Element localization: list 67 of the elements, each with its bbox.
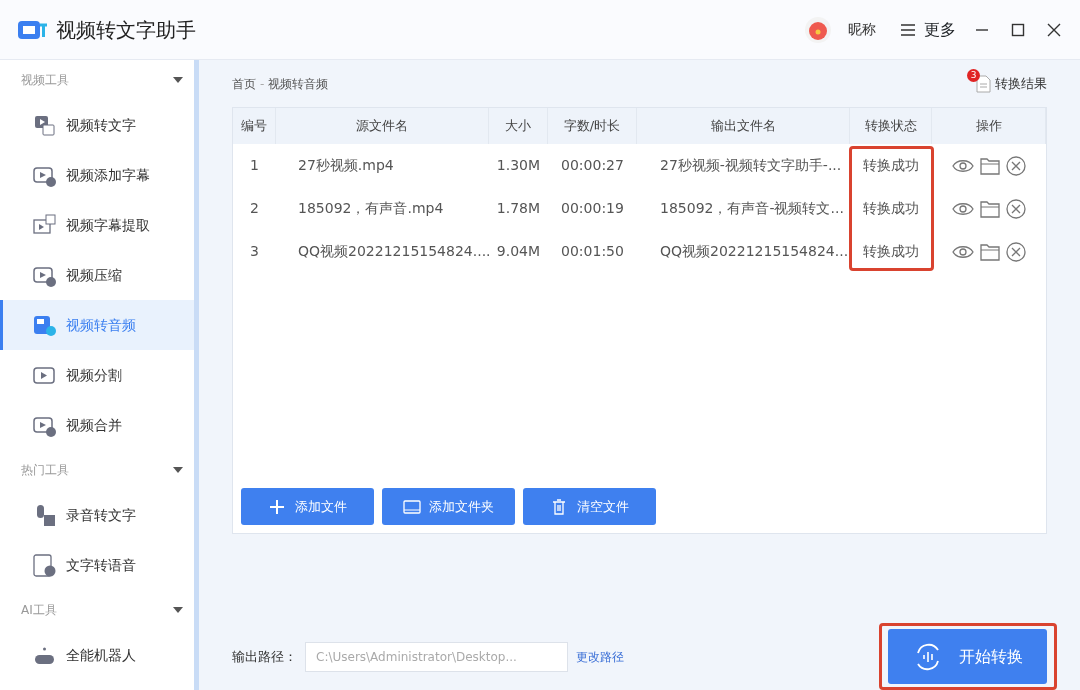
sidebar-group-label: AI工具 bbox=[21, 602, 57, 619]
column-header: 操作 bbox=[932, 108, 1046, 144]
sidebar-item[interactable]: 全能机器人 bbox=[0, 630, 194, 680]
breadcrumb-separator: - bbox=[260, 75, 265, 93]
sidebar-item[interactable]: 视频转文字 bbox=[0, 100, 194, 150]
sidebar-group-label: 视频工具 bbox=[21, 72, 69, 89]
table-cell-text: 1.78M bbox=[495, 199, 542, 218]
table-cell-text: 转换成功 bbox=[862, 242, 920, 261]
table-cell-text: 00:00:27 bbox=[560, 156, 625, 175]
folder-icon bbox=[403, 498, 421, 515]
folder-icon[interactable] bbox=[980, 199, 1000, 218]
sidebar-group-label: 热门工具 bbox=[21, 462, 69, 479]
toolbar-button[interactable]: 添加文件夹 bbox=[382, 488, 515, 525]
output-path-label: 输出路径： bbox=[232, 647, 297, 666]
folder-icon[interactable] bbox=[980, 156, 1000, 175]
table-cell-text: 9.04M bbox=[495, 242, 542, 261]
close-circle-icon[interactable] bbox=[1006, 155, 1026, 176]
caret-down-icon[interactable] bbox=[172, 465, 184, 475]
table-cell-text: 转换成功 bbox=[862, 199, 920, 218]
breadcrumb-item: 视频转音频 bbox=[268, 75, 329, 93]
change-path-link[interactable]: 更改路径 bbox=[576, 647, 624, 666]
table-cell-text: 00:00:19 bbox=[560, 199, 625, 218]
breadcrumb-item[interactable]: 首页 bbox=[232, 74, 256, 93]
toolbar-button[interactable]: 添加文件 bbox=[241, 488, 374, 525]
close-circle-icon[interactable] bbox=[1006, 241, 1026, 262]
menu-icon bbox=[900, 22, 916, 37]
folder-icon[interactable] bbox=[980, 242, 1000, 261]
table-cell-text: 1.30M bbox=[495, 156, 542, 175]
table-cell-text: 00:01:50 bbox=[560, 242, 625, 261]
sidebar-item[interactable]: 文字转语音 bbox=[0, 540, 194, 590]
add-icon bbox=[268, 498, 287, 515]
table-cell-text: 185092，有声音.mp4 bbox=[297, 199, 445, 218]
table-cell-text: 1 bbox=[249, 156, 260, 175]
caret-down-icon[interactable] bbox=[172, 605, 184, 615]
close-circle-icon[interactable] bbox=[1006, 198, 1026, 219]
avatar-icon[interactable] bbox=[804, 15, 832, 44]
sidebar-item[interactable]: 视频字幕提取 bbox=[0, 200, 194, 250]
sidebar-item[interactable]: 录音转文字 bbox=[0, 490, 194, 540]
table-cell-text: 27秒视频-视频转文字助手-... bbox=[659, 156, 843, 175]
tool-icon bbox=[32, 552, 58, 578]
sidebar-item[interactable]: 视频转音频 bbox=[0, 300, 194, 350]
sidebar-item[interactable]: 视频合并 bbox=[0, 400, 194, 450]
table-cell-text: 185092，有声音-视频转文... bbox=[659, 199, 845, 218]
more-menu-button[interactable]: 更多 bbox=[900, 17, 956, 42]
column-header: 大小 bbox=[489, 108, 548, 144]
column-header: 转换状态 bbox=[850, 108, 932, 144]
column-header: 输出文件名 bbox=[637, 108, 850, 144]
column-header: 编号 bbox=[233, 108, 276, 144]
table-cell-text: 转换成功 bbox=[862, 156, 920, 175]
document-icon bbox=[975, 74, 991, 93]
table-cell-text: 27秒视频.mp4 bbox=[297, 156, 395, 175]
caret-down-icon[interactable] bbox=[172, 75, 184, 85]
table-cell-text: 2 bbox=[249, 199, 260, 218]
toolbar-button[interactable]: 清空文件 bbox=[523, 488, 656, 525]
start-convert-button[interactable]: 开始转换 bbox=[888, 629, 1047, 684]
notification-count: 3 bbox=[967, 68, 980, 82]
window-title: 视频转文字助手 bbox=[56, 16, 196, 44]
table-cell-text: 3 bbox=[249, 242, 260, 261]
table-cell-text: QQ视频20221215154824... bbox=[659, 242, 850, 261]
table-cell-text: QQ视频20221215154824.... bbox=[297, 242, 489, 261]
column-header: 源文件名 bbox=[276, 108, 489, 144]
results-link[interactable]: 转换结果 bbox=[995, 73, 1047, 94]
sidebar-item[interactable]: 视频压缩 bbox=[0, 250, 194, 300]
column-header: 字数/时长 bbox=[548, 108, 637, 144]
user-nickname[interactable]: 昵称 bbox=[848, 19, 876, 40]
sidebar-item[interactable]: 视频分割 bbox=[0, 350, 194, 400]
sidebar-item[interactable]: 视频添加字幕 bbox=[0, 150, 194, 200]
